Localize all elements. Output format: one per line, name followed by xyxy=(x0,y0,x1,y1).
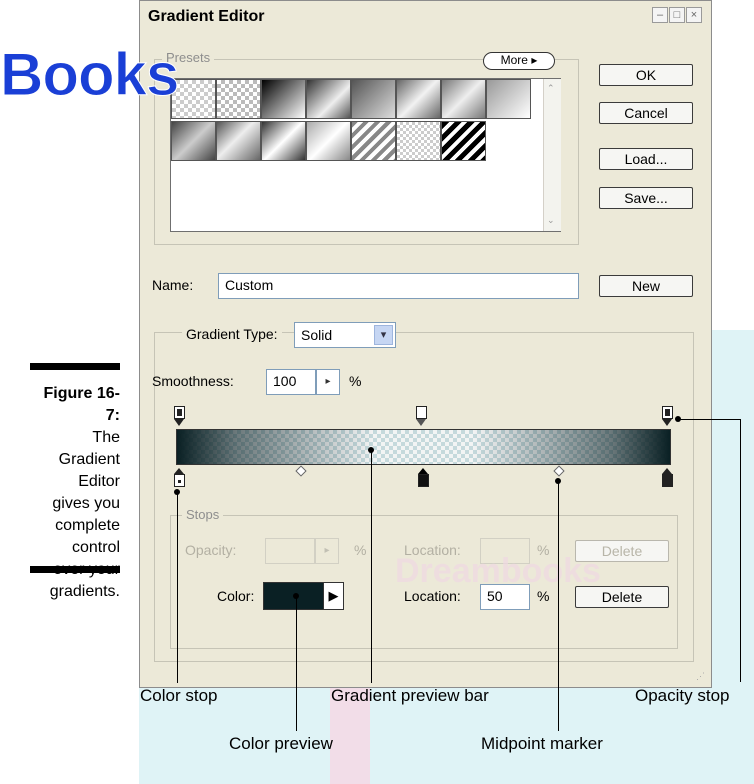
preset-swatch[interactable] xyxy=(306,121,351,161)
opacity-input xyxy=(265,538,315,564)
watermark-logo: Books xyxy=(0,41,180,109)
preset-swatch[interactable] xyxy=(306,79,351,119)
minimize-icon[interactable]: – xyxy=(652,7,668,23)
preset-swatch[interactable] xyxy=(171,121,216,161)
maximize-icon[interactable]: □ xyxy=(669,7,685,23)
preset-swatch[interactable] xyxy=(396,79,441,119)
smoothness-label: Smoothness: xyxy=(152,373,234,389)
caption-line: control xyxy=(71,539,120,556)
new-button[interactable]: New xyxy=(599,275,693,297)
callout-line-color-stop xyxy=(177,492,178,683)
callout-dot xyxy=(293,593,299,599)
presets-list[interactable]: ⌃ ⌄ xyxy=(170,78,561,232)
preset-swatch[interactable] xyxy=(261,79,306,119)
caption-line: complete xyxy=(55,517,120,534)
smoothness-slider-toggle[interactable]: ▸ xyxy=(316,369,340,395)
opacity-unit: % xyxy=(354,542,367,558)
close-icon[interactable]: × xyxy=(686,7,702,23)
callout-line-opacity-h xyxy=(678,419,740,420)
smoothness-unit: % xyxy=(349,373,362,389)
dialog-title: Gradient Editor xyxy=(148,8,265,25)
preset-swatch[interactable] xyxy=(441,121,486,161)
opacity-stop-mid[interactable] xyxy=(416,406,427,419)
scroll-down-icon[interactable]: ⌄ xyxy=(547,215,555,226)
ok-button[interactable]: OK xyxy=(599,64,693,86)
preset-swatch[interactable] xyxy=(396,121,441,161)
opacity-stop-right[interactable] xyxy=(662,406,673,419)
callout-line-midpoint xyxy=(558,481,559,731)
callout-dot xyxy=(675,416,681,422)
figure-label: Figure 16-7: xyxy=(43,385,120,424)
more-button[interactable]: More ▸ xyxy=(483,52,555,70)
color-preview-arrow[interactable]: ▶ xyxy=(323,582,344,610)
watermark-text: Dreambooks xyxy=(395,552,601,590)
caption-line: Editor xyxy=(78,473,120,490)
preset-swatch[interactable] xyxy=(486,121,531,161)
cancel-button[interactable]: Cancel xyxy=(599,102,693,124)
swatch-grid xyxy=(171,79,543,173)
callout-color-preview: Color preview xyxy=(229,734,333,753)
preset-swatch[interactable] xyxy=(216,121,261,161)
caption-line: gives you xyxy=(52,495,120,512)
resize-grip-icon[interactable]: ⋰ xyxy=(696,671,705,682)
opacity-stop-right-pointer xyxy=(662,419,672,426)
opacity-stop-left[interactable] xyxy=(174,406,185,419)
opacity-label: Opacity: xyxy=(185,542,237,558)
caption-line: The xyxy=(92,429,120,446)
save-button[interactable]: Save... xyxy=(599,187,693,209)
caption-line: Gradient xyxy=(58,451,120,468)
color-label: Color: xyxy=(217,588,255,604)
caption-rule-bottom xyxy=(30,566,120,573)
callout-line-preview-bar xyxy=(371,450,372,683)
chevron-down-icon[interactable]: ▾ xyxy=(374,325,393,345)
gradient-preview-bar[interactable] xyxy=(176,429,671,465)
callout-gradient-preview-bar: Gradient preview bar xyxy=(331,686,489,705)
gradient-type-value: Solid xyxy=(301,327,333,343)
title-bar: Gradient Editor – □ × xyxy=(140,1,711,31)
presets-scrollbar[interactable]: ⌃ ⌄ xyxy=(543,79,561,231)
caption-rule-top xyxy=(30,363,120,370)
callout-dot xyxy=(368,447,374,453)
callout-midpoint-marker: Midpoint marker xyxy=(481,734,603,753)
preset-swatch[interactable] xyxy=(351,121,396,161)
stops-legend: Stops xyxy=(182,507,224,522)
opacity-slider-toggle: ▸ xyxy=(315,538,339,564)
preset-swatch[interactable] xyxy=(486,79,531,119)
callout-opacity-stop: Opacity stop xyxy=(635,686,730,705)
gradient-type-select[interactable]: Solid ▾ xyxy=(294,322,396,348)
callout-line-color-preview xyxy=(296,596,297,731)
smoothness-input[interactable]: 100 xyxy=(266,369,316,395)
callout-color-stop: Color stop xyxy=(140,686,218,705)
color-stop-left[interactable] xyxy=(174,474,185,487)
name-input[interactable]: Custom xyxy=(218,273,579,299)
name-label: Name: xyxy=(152,277,194,293)
triangle-right-icon: ▸ xyxy=(531,53,538,67)
preset-swatch[interactable] xyxy=(351,79,396,119)
color-stop-mid[interactable] xyxy=(418,474,429,487)
scroll-up-icon[interactable]: ⌃ xyxy=(547,83,555,94)
color-stop-right[interactable] xyxy=(662,474,673,487)
callout-line-opacity-v xyxy=(740,419,741,682)
opacity-stop-left-pointer xyxy=(174,419,184,426)
more-label: More xyxy=(500,53,528,67)
opacity-stop-mid-pointer xyxy=(416,419,426,426)
preset-swatch[interactable] xyxy=(441,79,486,119)
preset-swatch[interactable] xyxy=(216,79,261,119)
callout-dot xyxy=(174,489,180,495)
gradient-type-label: Gradient Type: xyxy=(182,326,282,342)
preset-swatch[interactable] xyxy=(261,121,306,161)
load-button[interactable]: Load... xyxy=(599,148,693,170)
callout-dot xyxy=(555,478,561,484)
caption-line: gradients. xyxy=(49,583,120,600)
